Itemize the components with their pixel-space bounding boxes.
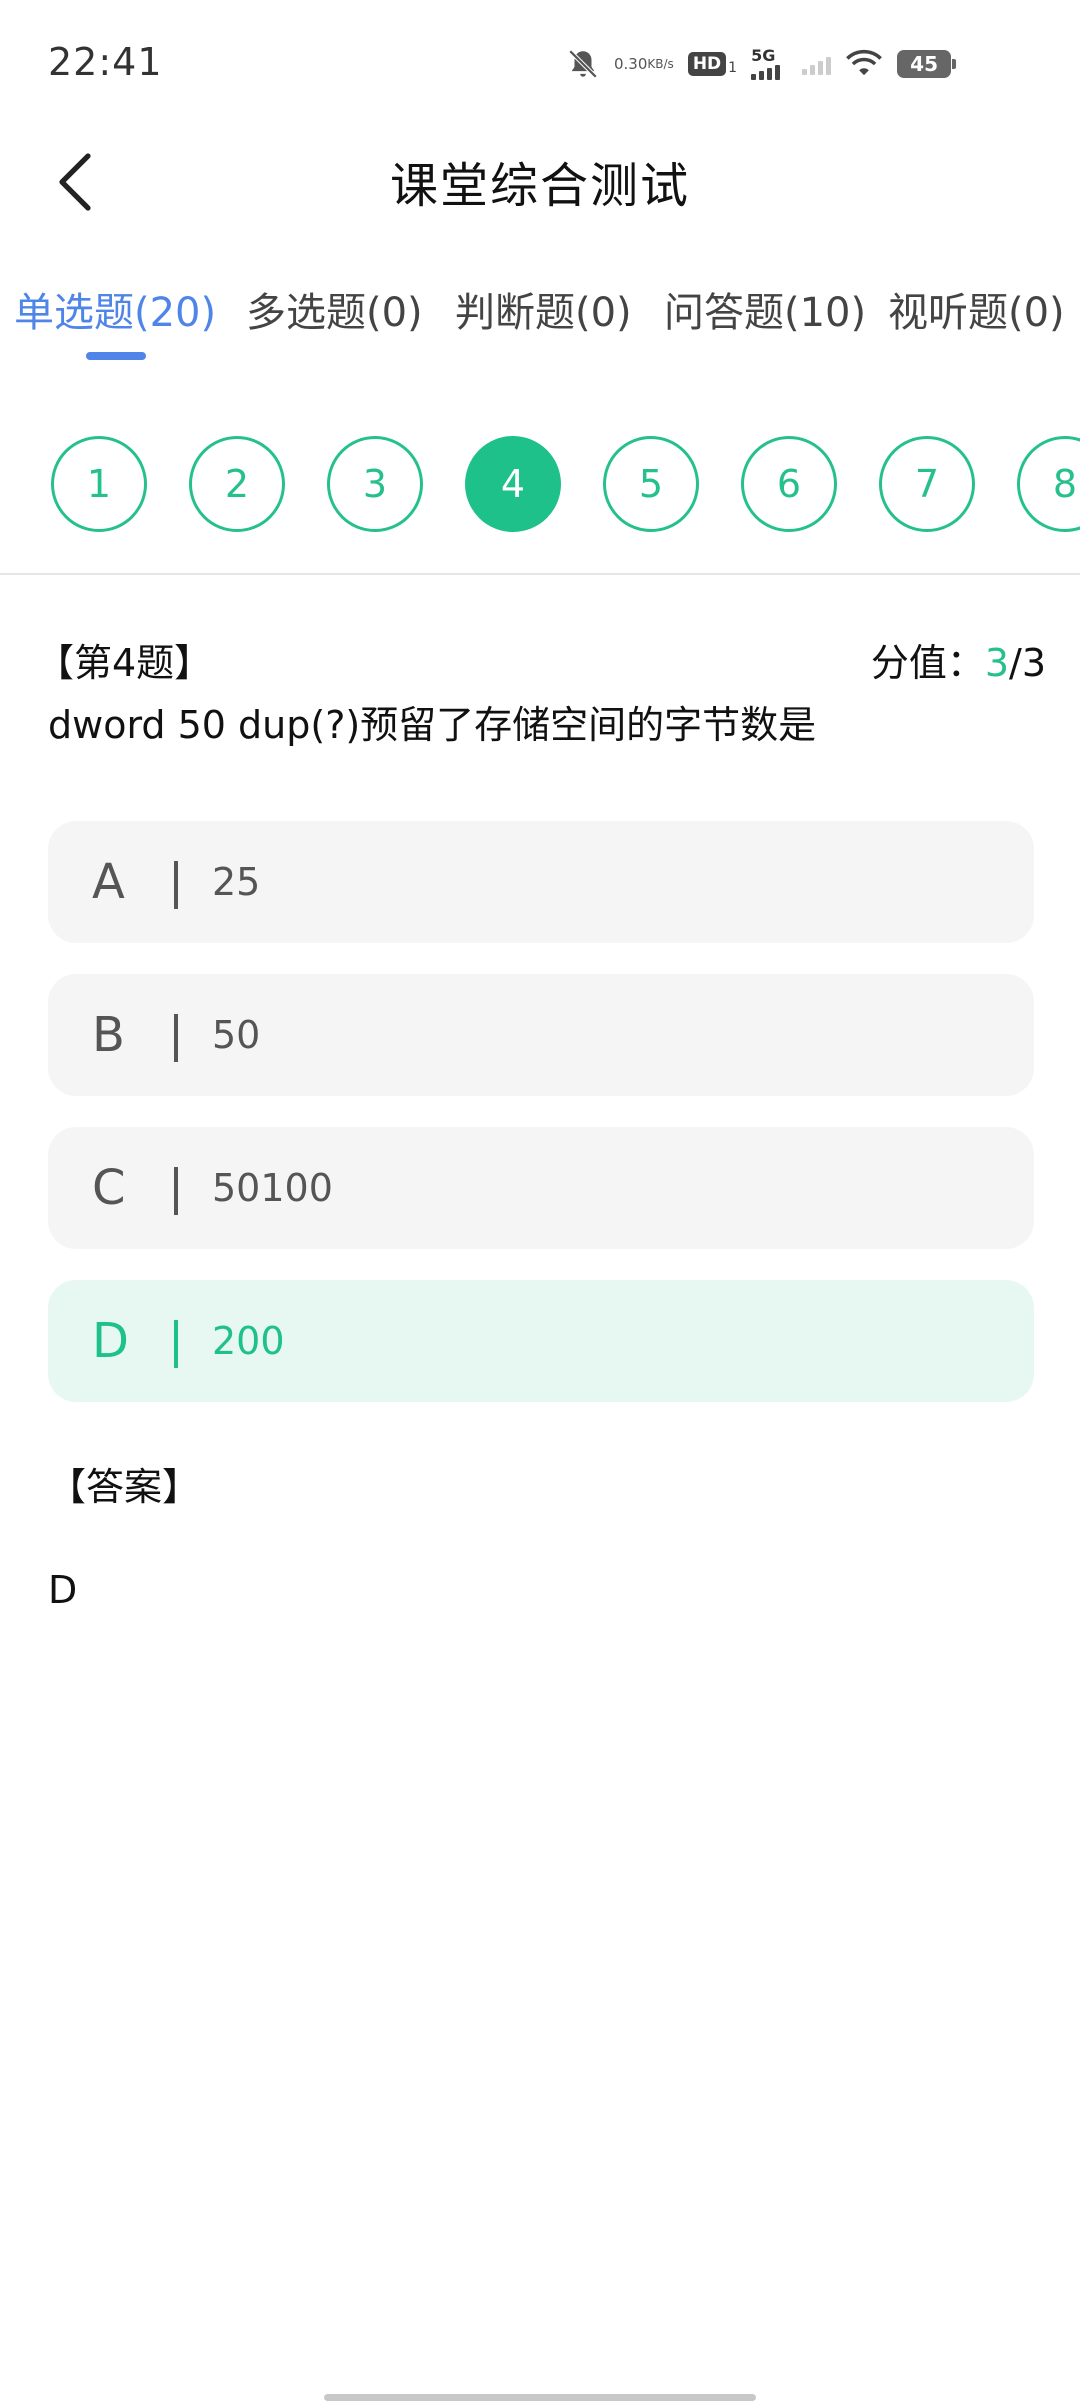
question-number-1[interactable]: 1: [51, 436, 147, 532]
option-value: 25: [212, 860, 261, 904]
option-separator: [174, 861, 178, 909]
divider: [0, 573, 1080, 575]
cell-signal-2-icon: [802, 53, 832, 75]
option-d[interactable]: D 200: [48, 1280, 1034, 1402]
question-header: 【第4题】: [36, 641, 213, 685]
wifi-icon: [845, 49, 883, 79]
question-number-5[interactable]: 5: [603, 436, 699, 532]
network-type: 5G: [751, 46, 776, 65]
tab-single-choice[interactable]: 单选题(20): [14, 280, 216, 338]
net-speed-unit: KB/s: [647, 57, 674, 71]
nav-bar: 课堂综合测试: [0, 130, 1080, 230]
tab-multiple-choice[interactable]: 多选题(0): [246, 280, 423, 338]
score-label: 分值：: [870, 641, 985, 685]
option-letter: D: [92, 1313, 129, 1369]
option-b[interactable]: B 50: [48, 974, 1034, 1096]
net-speed-value: 0.30: [614, 55, 648, 73]
cell-signal-icon: 5G: [751, 46, 781, 80]
net-speed: 0.30 KB/s: [614, 56, 674, 72]
question-number-strip[interactable]: 1 2 3 4 5 6 7 8: [0, 436, 1080, 536]
question-score: 分值：3/3: [871, 632, 1046, 687]
home-indicator[interactable]: [324, 2394, 756, 2401]
answer-label: 【答案】: [48, 1465, 201, 1509]
score-obtained: 3: [984, 641, 1010, 685]
status-icons: 0.30 KB/s HD 1 5G 45: [566, 42, 957, 86]
question-number-7[interactable]: 7: [879, 436, 975, 532]
option-separator: [174, 1320, 178, 1368]
tab-true-false[interactable]: 判断题(0): [455, 280, 632, 338]
question-text: dword 50 dup(?)预留了存储空间的字节数是: [48, 703, 817, 747]
option-c[interactable]: C 50100: [48, 1127, 1034, 1249]
option-letter: B: [92, 1007, 125, 1063]
status-time: 22:41: [48, 40, 163, 84]
active-tab-indicator: [86, 352, 146, 360]
status-bar: 22:41 0.30 KB/s HD 1 5G 45: [0, 0, 1080, 130]
question-number-2[interactable]: 2: [189, 436, 285, 532]
question-number-6[interactable]: 6: [741, 436, 837, 532]
battery-level: 45: [910, 52, 938, 76]
question-number-4[interactable]: 4: [465, 436, 561, 532]
tab-audio-visual[interactable]: 视听题(0): [888, 280, 1065, 338]
hd-icon: HD 1: [687, 52, 738, 76]
tab-short-answer[interactable]: 问答题(10): [664, 280, 866, 338]
question-number-8[interactable]: 8: [1017, 436, 1080, 532]
option-value: 50100: [212, 1166, 333, 1210]
battery-icon: 45: [897, 50, 957, 78]
option-value: 200: [212, 1319, 285, 1363]
answer-value: D: [48, 1568, 78, 1612]
mute-bell-icon: [566, 47, 600, 81]
option-separator: [174, 1014, 178, 1062]
option-separator: [174, 1167, 178, 1215]
option-letter: C: [92, 1160, 126, 1216]
score-total: /3: [1009, 641, 1046, 685]
option-value: 50: [212, 1013, 261, 1057]
hd-label: HD: [687, 52, 727, 76]
hd-sub: 1: [728, 60, 738, 76]
question-type-tabs: 单选题(20) 多选题(0) 判断题(0) 问答题(10) 视听题(0): [0, 280, 1080, 370]
option-a[interactable]: A 25: [48, 821, 1034, 943]
question-number-3[interactable]: 3: [327, 436, 423, 532]
page-title: 课堂综合测试: [389, 158, 690, 214]
option-letter: A: [92, 854, 125, 910]
